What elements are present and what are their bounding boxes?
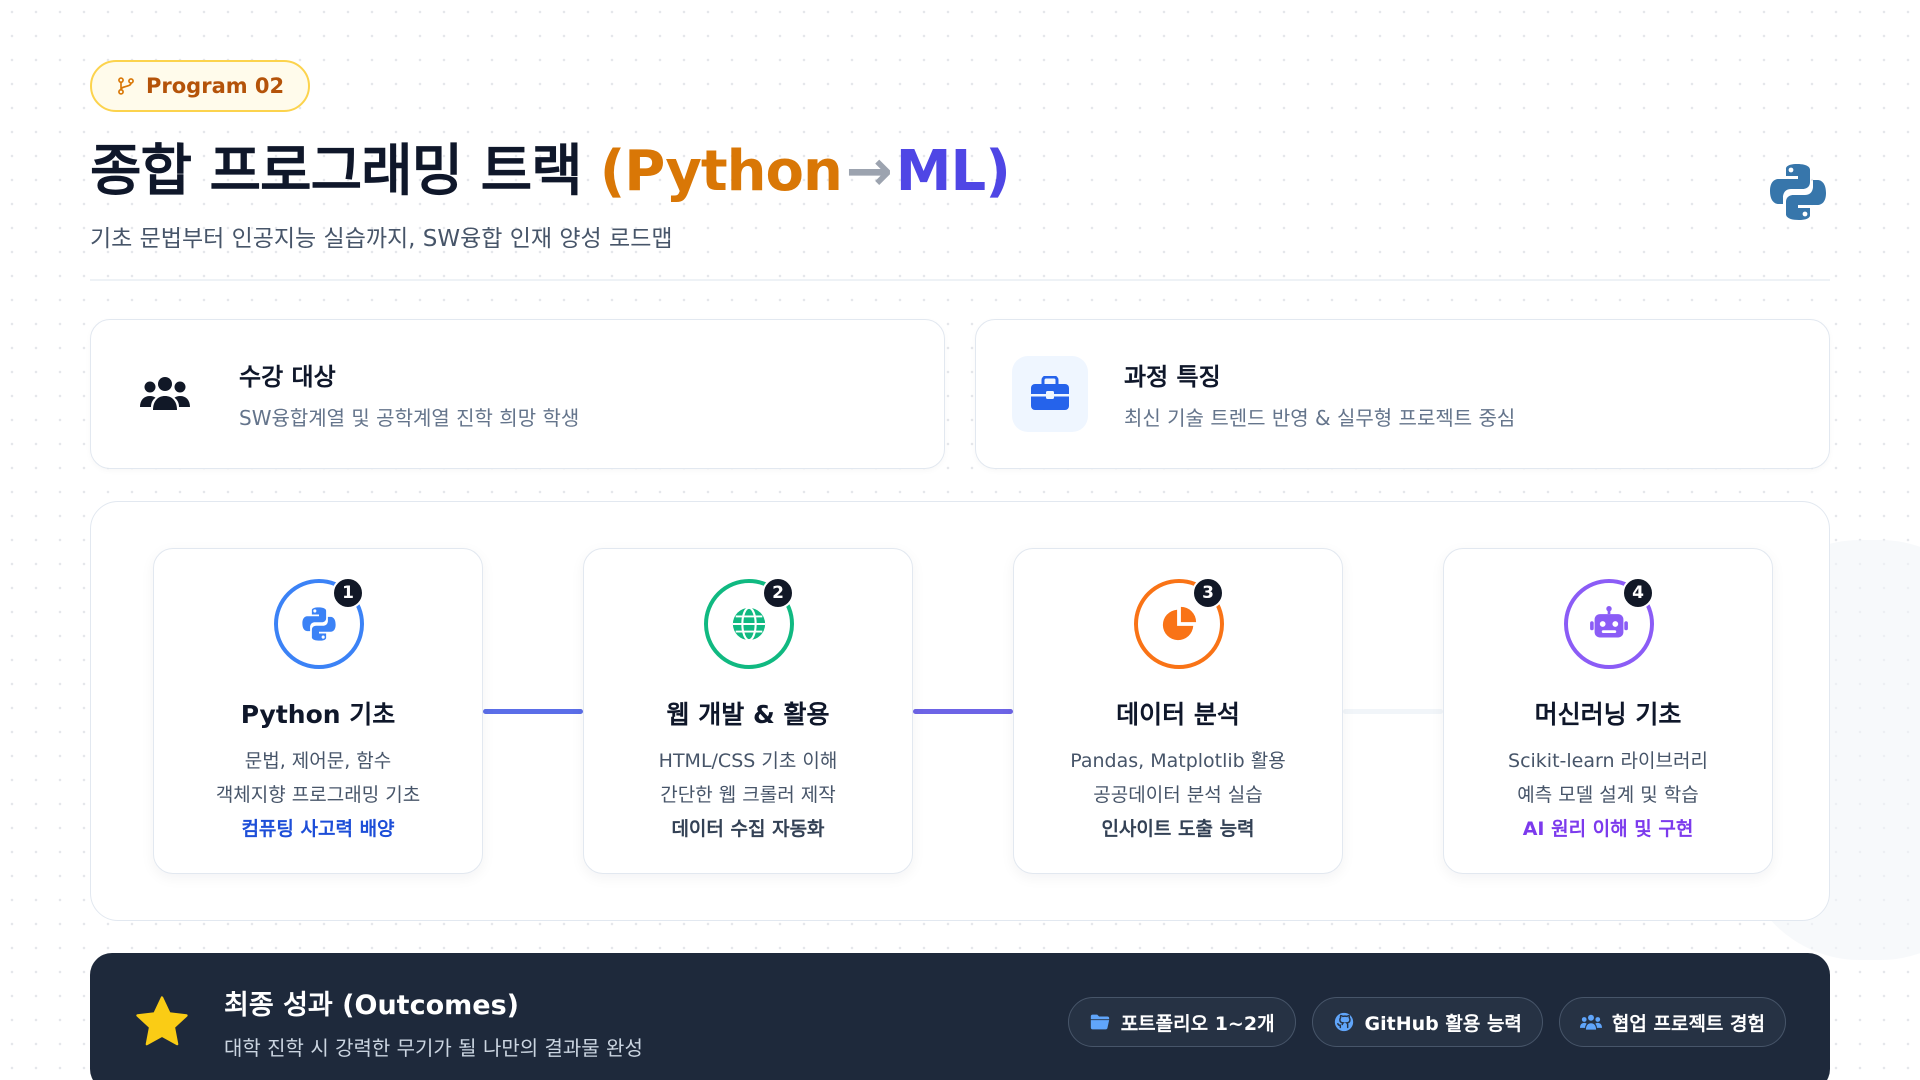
step-number: 1 — [332, 577, 364, 609]
step-highlight: 컴퓨팅 사고력 배양 — [241, 818, 395, 840]
briefcase-icon — [1012, 356, 1088, 432]
info-desc-target: SW융합계열 및 공학계열 진학 희망 학생 — [239, 406, 580, 430]
pill-label: GitHub 활용 능력 — [1364, 1012, 1522, 1035]
pill-github: GitHub 활용 능력 — [1311, 997, 1543, 1047]
step-detail: 문법, 제어문, 함수 — [244, 750, 392, 772]
step-title: 데이터 분석 — [1116, 700, 1240, 729]
title-python: Python — [624, 139, 843, 204]
step-highlight: 데이터 수집 자동화 — [671, 818, 825, 840]
step-card-4: 4 머신러닝 기초 Scikit-learn 라이브러리 예측 모델 설계 및 … — [1443, 548, 1773, 874]
connector-1-2 — [483, 709, 583, 714]
outcome-desc: 대학 진학 시 강력한 무기가 될 나만의 결과물 완성 — [224, 1036, 643, 1060]
title-paren-close: ) — [985, 139, 1011, 204]
info-card-target: 수강 대상 SW융합계열 및 공학계열 진학 희망 학생 — [90, 319, 945, 469]
outcome-title: 최종 성과 (Outcomes) — [224, 990, 519, 1021]
header-divider — [90, 279, 1830, 281]
github-icon — [1334, 1012, 1353, 1032]
step-detail: 간단한 웹 크롤러 제작 — [660, 784, 836, 806]
connector-3-4 — [1343, 709, 1443, 714]
pill-teamwork: 협업 프로젝트 경험 — [1558, 997, 1786, 1047]
step-number: 3 — [1192, 577, 1224, 609]
info-title-target: 수강 대상 — [239, 363, 336, 391]
info-title-features: 과정 특징 — [1124, 363, 1221, 391]
roadmap-panel: 1 Python 기초 문법, 제어문, 함수 객체지향 프로그래밍 기초 컴퓨… — [90, 501, 1830, 921]
step-number: 2 — [762, 577, 794, 609]
step-card-3: 3 데이터 분석 Pandas, Matplotlib 활용 공공데이터 분석 … — [1013, 548, 1343, 874]
step-card-2: 2 웹 개발 & 활용 HTML/CSS 기초 이해 간단한 웹 크롤러 제작 … — [583, 548, 913, 874]
step-highlight: AI 원리 이해 및 구현 — [1522, 818, 1694, 840]
title-main: 종합 프로그래밍 트랙 — [90, 139, 583, 204]
pill-label: 포트폴리오 1~2개 — [1120, 1012, 1275, 1035]
step-detail: 예측 모델 설계 및 학습 — [1517, 784, 1699, 806]
branch-icon — [118, 77, 134, 95]
page-title: 종합 프로그래밍 트랙 ( Python → ML ) — [90, 126, 1830, 207]
page: Program 02 종합 프로그래밍 트랙 ( Python → ML ) 기… — [90, 60, 1830, 1080]
step-highlight: 인사이트 도출 능력 — [1101, 818, 1255, 840]
step-title: 웹 개발 & 활용 — [666, 700, 830, 729]
title-paren-open: ( — [599, 139, 626, 204]
users-icon — [127, 356, 203, 432]
step-card-1: 1 Python 기초 문법, 제어문, 함수 객체지향 프로그래밍 기초 컴퓨… — [153, 548, 483, 874]
pill-portfolio: 포트폴리오 1~2개 — [1067, 997, 1296, 1047]
step-detail: Scikit-learn 라이브러리 — [1508, 750, 1708, 772]
step-detail: 공공데이터 분석 실습 — [1093, 784, 1263, 806]
info-desc-features: 최신 기술 트렌드 반영 & 실무형 프로젝트 중심 — [1124, 406, 1516, 430]
step-number: 4 — [1622, 577, 1654, 609]
page-subtitle: 기초 문법부터 인공지능 실습까지, SW융합 인재 양성 로드맵 — [90, 226, 673, 252]
info-row: 수강 대상 SW융합계열 및 공학계열 진학 희망 학생 과정 특징 최신 기술… — [90, 319, 1830, 469]
program-badge: Program 02 — [90, 60, 311, 112]
badge-label: Program 02 — [146, 74, 285, 98]
python-logo-icon — [1770, 164, 1826, 220]
step-title: 머신러닝 기초 — [1534, 700, 1682, 729]
info-card-features: 과정 특징 최신 기술 트렌드 반영 & 실무형 프로젝트 중심 — [975, 319, 1830, 469]
title-arrow: → — [845, 139, 893, 204]
pill-label: 협업 프로젝트 경험 — [1611, 1012, 1765, 1035]
title-ml: ML — [895, 139, 986, 204]
outcome-pills: 포트폴리오 1~2개 GitHub 활용 능력 협업 프로젝트 경험 — [1067, 997, 1786, 1047]
outcome-panel: 최종 성과 (Outcomes) 대학 진학 시 강력한 무기가 될 나만의 결… — [90, 953, 1830, 1080]
folder-icon — [1090, 1014, 1109, 1030]
step-title: Python 기초 — [240, 700, 396, 729]
step-detail: 객체지향 프로그래밍 기초 — [215, 784, 421, 806]
team-icon — [1579, 1014, 1602, 1030]
step-detail: Pandas, Matplotlib 활용 — [1070, 750, 1286, 772]
step-detail: HTML/CSS 기초 이해 — [658, 750, 838, 772]
star-icon — [136, 996, 188, 1046]
connector-2-3 — [913, 709, 1013, 714]
